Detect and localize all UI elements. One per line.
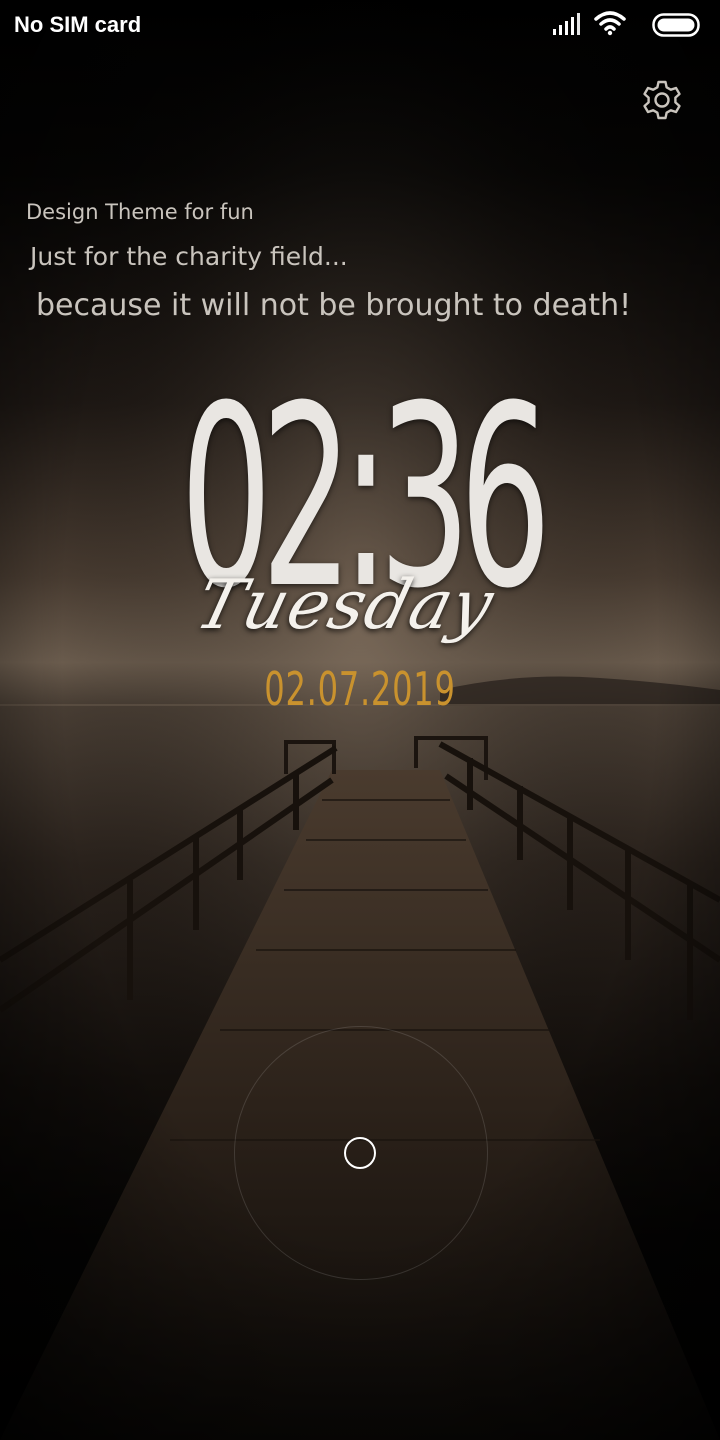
carrier-label: No SIM card <box>14 12 142 37</box>
settings-button[interactable] <box>638 76 686 124</box>
battery-icon <box>652 13 700 37</box>
lock-message-line-2: Just for the charity field... <box>30 242 348 271</box>
lock-message-line-1: Design Theme for fun <box>26 200 254 224</box>
wifi-icon <box>594 11 626 36</box>
date-label: 02.07.2019 <box>264 662 456 716</box>
unlock-circle-icon[interactable] <box>344 1137 376 1169</box>
cellular-signal-icon <box>553 13 580 35</box>
weekday-label: Tuesday <box>188 566 502 645</box>
gear-icon <box>643 80 681 120</box>
lock-message-line-3: because it will not be brought to death! <box>36 288 632 323</box>
status-bar: No SIM card <box>0 0 720 52</box>
